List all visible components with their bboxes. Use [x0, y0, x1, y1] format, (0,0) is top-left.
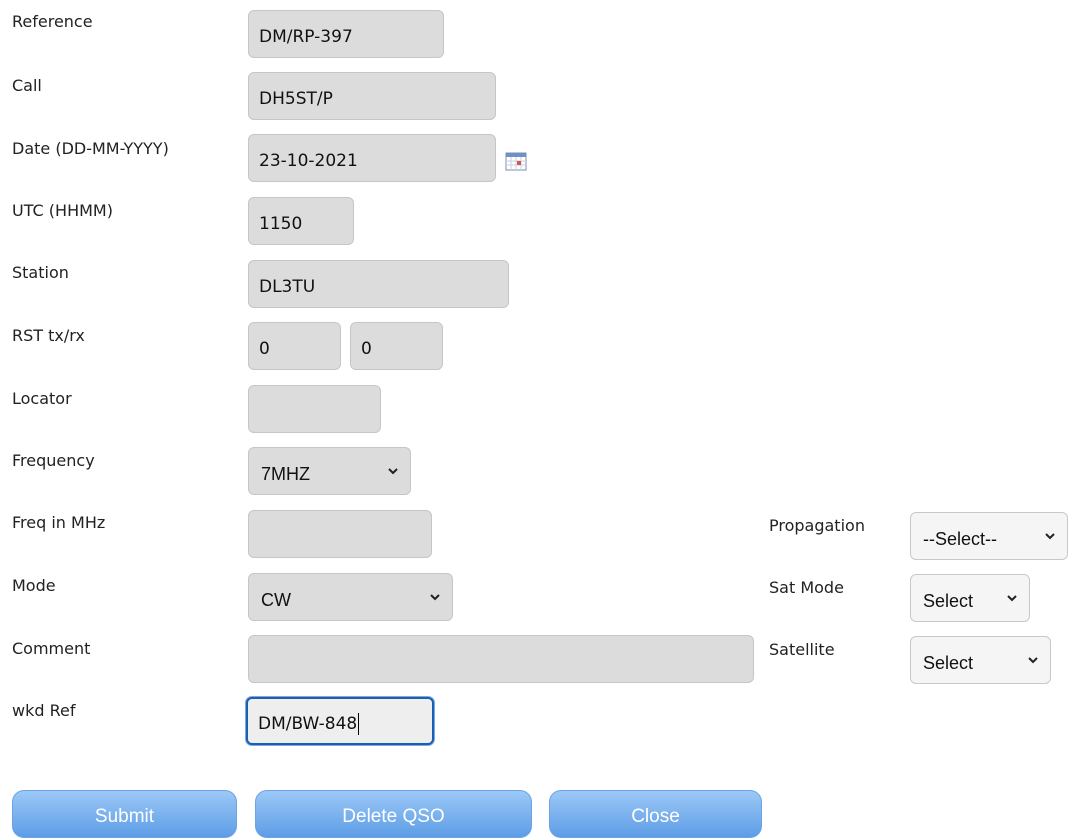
delete-qso-button[interactable]: Delete QSO [255, 790, 532, 838]
reference-value: DM/RP-397 [259, 27, 353, 47]
locator-field[interactable] [248, 385, 381, 433]
wkd-ref-label: wkd Ref [12, 701, 76, 720]
submit-button[interactable]: Submit [12, 790, 237, 838]
date-value: 23-10-2021 [259, 151, 358, 171]
frequency-select[interactable]: 7MHZ [248, 447, 411, 495]
mode-selected: CW [261, 589, 291, 610]
rst-tx-value: 0 [259, 339, 270, 359]
chevron-down-icon [1045, 533, 1055, 540]
call-value: DH5ST/P [259, 89, 333, 109]
station-value: DL3TU [259, 277, 316, 297]
chevron-down-icon [388, 468, 398, 475]
chevron-down-icon [1028, 657, 1038, 664]
rst-tx-field[interactable]: 0 [248, 322, 341, 370]
sat-mode-selected: Select [923, 590, 974, 611]
utc-label: UTC (HHMM) [12, 201, 113, 220]
freq-mhz-field[interactable] [248, 510, 432, 558]
satellite-selected: Select [923, 652, 974, 673]
reference-label: Reference [12, 12, 93, 31]
reference-field[interactable]: DM/RP-397 [248, 10, 444, 58]
propagation-select[interactable]: --Select-- [910, 512, 1068, 560]
rst-rx-field[interactable]: 0 [350, 322, 443, 370]
mode-label: Mode [12, 576, 56, 595]
close-button[interactable]: Close [549, 790, 762, 838]
date-label: Date (DD-MM-YYYY) [12, 139, 169, 158]
utc-value: 1150 [259, 214, 303, 234]
freq-mhz-label: Freq in MHz [12, 513, 106, 532]
station-field[interactable]: DL3TU [248, 260, 509, 308]
comment-field[interactable] [248, 635, 754, 683]
satellite-label: Satellite [769, 640, 835, 659]
utc-field[interactable]: 1150 [248, 197, 354, 245]
satellite-select[interactable]: Select [910, 636, 1051, 684]
station-label: Station [12, 263, 69, 282]
rst-rx-value: 0 [361, 339, 372, 359]
calendar-icon[interactable] [505, 150, 527, 172]
rst-label: RST tx/rx [12, 326, 85, 345]
locator-label: Locator [12, 389, 72, 408]
propagation-selected: --Select-- [923, 528, 998, 549]
comment-label: Comment [12, 639, 91, 658]
chevron-down-icon [1007, 595, 1017, 602]
call-field[interactable]: DH5ST/P [248, 72, 496, 120]
text-cursor [358, 713, 360, 735]
wkd-ref-value: DM/BW-848 [258, 714, 358, 734]
sat-mode-select[interactable]: Select [910, 574, 1030, 622]
sat-mode-label: Sat Mode [769, 578, 844, 597]
wkd-ref-field[interactable]: DM/BW-848 [246, 697, 434, 745]
chevron-down-icon [430, 594, 440, 601]
frequency-selected: 7MHZ [261, 463, 310, 484]
call-label: Call [12, 76, 42, 95]
date-field[interactable]: 23-10-2021 [248, 134, 496, 182]
propagation-label: Propagation [769, 516, 865, 535]
mode-select[interactable]: CW [248, 573, 453, 621]
frequency-label: Frequency [12, 451, 95, 470]
